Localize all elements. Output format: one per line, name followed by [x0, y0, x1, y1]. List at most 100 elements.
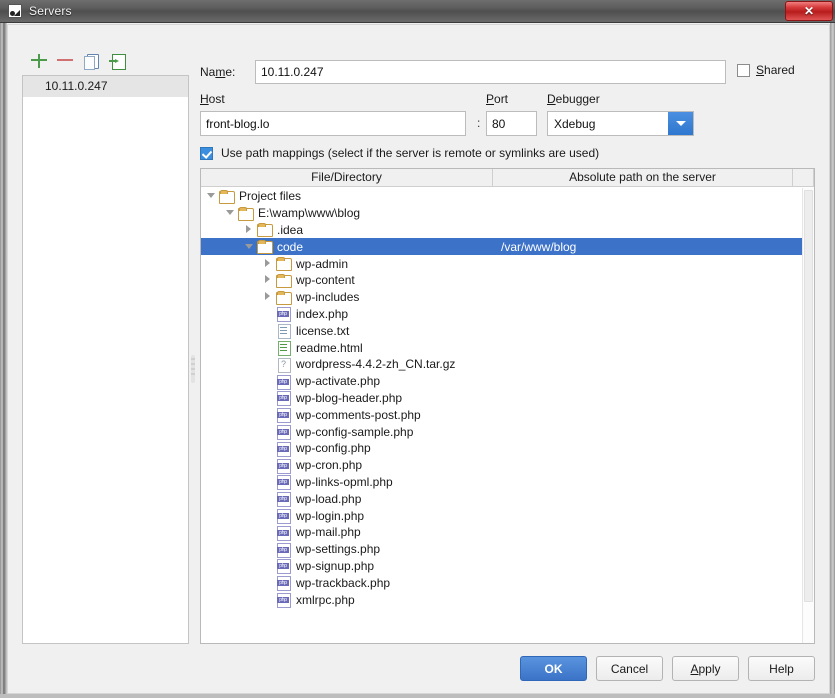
- chevron-down-icon[interactable]: [668, 112, 693, 135]
- servers-app-icon: [8, 4, 22, 18]
- tree-header: File/Directory Absolute path on the serv…: [201, 169, 814, 187]
- tree-row-label: wp-activate.php: [296, 374, 380, 388]
- table-row[interactable]: wp-admin: [201, 255, 802, 272]
- splitter-grip[interactable]: [191, 355, 195, 383]
- tree-row-label: wp-admin: [296, 257, 348, 271]
- table-row[interactable]: wp-config.php: [201, 440, 802, 457]
- table-row[interactable]: code/var/www/blog: [201, 238, 802, 255]
- shared-checkbox[interactable]: Shared: [737, 63, 795, 77]
- column-header-absolute-path[interactable]: Absolute path on the server: [493, 169, 793, 186]
- debugger-select[interactable]: Xdebug: [547, 111, 694, 136]
- servers-dialog: Servers ✕ 10.11.0.247 Name:: [0, 0, 835, 698]
- server-details-panel: Name: Shared Host Port Debugger : Xdebug: [197, 48, 815, 644]
- copy-icon[interactable]: [82, 52, 100, 70]
- tree-row-label: Project files: [239, 189, 301, 203]
- table-row[interactable]: wp-trackback.php: [201, 574, 802, 591]
- php-file-icon: [276, 425, 291, 438]
- table-row[interactable]: wp-login.php: [201, 507, 802, 524]
- tree-scrollbar-thumb[interactable]: [804, 190, 813, 602]
- tree-row-label: wp-includes: [296, 290, 359, 304]
- table-row[interactable]: wp-links-opml.php: [201, 474, 802, 491]
- table-row[interactable]: xmlrpc.php: [201, 591, 802, 608]
- folder-icon: [276, 274, 291, 287]
- table-row[interactable]: index.php: [201, 306, 802, 323]
- php-file-icon: [276, 559, 291, 572]
- button-mnemonic: A: [690, 662, 698, 676]
- php-file-icon: [276, 509, 291, 522]
- tree-row-label: index.php: [296, 307, 348, 321]
- table-row[interactable]: license.txt: [201, 322, 802, 339]
- table-row[interactable]: wp-config-sample.php: [201, 423, 802, 440]
- table-row[interactable]: wp-cron.php: [201, 457, 802, 474]
- tree-row-label: wp-login.php: [296, 509, 364, 523]
- tree-row-label: license.txt: [296, 324, 349, 338]
- name-input[interactable]: [255, 60, 726, 84]
- plus-icon[interactable]: [30, 52, 48, 70]
- tree-row-label: .idea: [277, 223, 303, 237]
- shared-checkbox-box[interactable]: [737, 64, 750, 77]
- php-file-icon: [276, 442, 291, 455]
- host-input[interactable]: [200, 111, 466, 136]
- list-item-server[interactable]: 10.11.0.247: [23, 76, 188, 97]
- php-file-icon: [276, 543, 291, 556]
- tree-row-label: xmlrpc.php: [296, 593, 355, 607]
- close-icon[interactable]: ✕: [785, 1, 833, 21]
- archive-file-icon: [276, 358, 291, 371]
- host-row: : Xdebug: [197, 111, 815, 136]
- table-row[interactable]: wp-content: [201, 272, 802, 289]
- debugger-label: Debugger: [547, 92, 600, 106]
- shared-label: Shared: [756, 63, 795, 77]
- help-button[interactable]: Help: [748, 656, 815, 681]
- dialog-content: 10.11.0.247 Name: Shared Host Port Debug…: [7, 24, 830, 694]
- cancel-button[interactable]: Cancel: [596, 656, 663, 681]
- table-row[interactable]: wp-includes: [201, 289, 802, 306]
- servers-panel: 10.11.0.247: [22, 48, 189, 644]
- tree-vertical-scrollbar[interactable]: [802, 188, 814, 643]
- table-row[interactable]: wp-comments-post.php: [201, 406, 802, 423]
- tree-row-label: wp-content: [296, 273, 355, 287]
- name-row: Name: Shared: [197, 60, 815, 84]
- button-label: pply: [699, 662, 721, 676]
- use-path-mappings-label: Use path mappings (select if the server …: [221, 146, 599, 160]
- tree-row-server-path: /var/www/blog: [501, 238, 576, 255]
- tree-row-label: wp-cron.php: [296, 458, 362, 472]
- tree-row-label: wp-settings.php: [296, 542, 380, 556]
- table-row[interactable]: E:\wamp\www\blog: [201, 205, 802, 222]
- apply-button[interactable]: Apply: [672, 656, 739, 681]
- ok-button[interactable]: OK: [520, 656, 587, 681]
- window-right-edge: [830, 23, 835, 698]
- window-bottom-edge: [0, 694, 835, 698]
- table-row[interactable]: wp-signup.php: [201, 558, 802, 575]
- tree-row-label: readme.html: [296, 341, 363, 355]
- tree-row-label: code: [277, 240, 303, 254]
- table-row[interactable]: wp-mail.php: [201, 524, 802, 541]
- import-icon[interactable]: [108, 52, 126, 70]
- php-file-icon: [276, 408, 291, 421]
- table-row[interactable]: Project files: [201, 188, 802, 205]
- folder-icon: [257, 223, 272, 236]
- table-row[interactable]: wp-settings.php: [201, 541, 802, 558]
- folder-icon: [276, 257, 291, 270]
- table-row[interactable]: wordpress-4.4.2-zh_CN.tar.gz: [201, 356, 802, 373]
- use-path-mappings-checkbox-box[interactable]: [200, 147, 213, 160]
- port-label: Port: [486, 92, 508, 106]
- php-file-icon: [276, 593, 291, 606]
- table-row[interactable]: readme.html: [201, 339, 802, 356]
- panel-splitter[interactable]: [189, 48, 197, 644]
- tree-body[interactable]: Project filesE:\wamp\www\blog.ideacode/v…: [201, 188, 802, 643]
- minus-icon[interactable]: [56, 52, 74, 70]
- php-file-icon: [276, 375, 291, 388]
- php-file-icon: [276, 526, 291, 539]
- column-header-file-directory[interactable]: File/Directory: [201, 169, 493, 186]
- server-list[interactable]: 10.11.0.247: [22, 75, 189, 644]
- table-row[interactable]: wp-activate.php: [201, 373, 802, 390]
- column-header-pad: [793, 169, 814, 186]
- use-path-mappings-checkbox[interactable]: Use path mappings (select if the server …: [200, 146, 599, 160]
- table-row[interactable]: .idea: [201, 222, 802, 239]
- port-input[interactable]: [486, 111, 537, 136]
- host-port-separator: :: [477, 116, 480, 130]
- table-row[interactable]: wp-load.php: [201, 490, 802, 507]
- table-row[interactable]: wp-blog-header.php: [201, 390, 802, 407]
- html-file-icon: [276, 341, 291, 354]
- tree-row-label: wp-links-opml.php: [296, 475, 393, 489]
